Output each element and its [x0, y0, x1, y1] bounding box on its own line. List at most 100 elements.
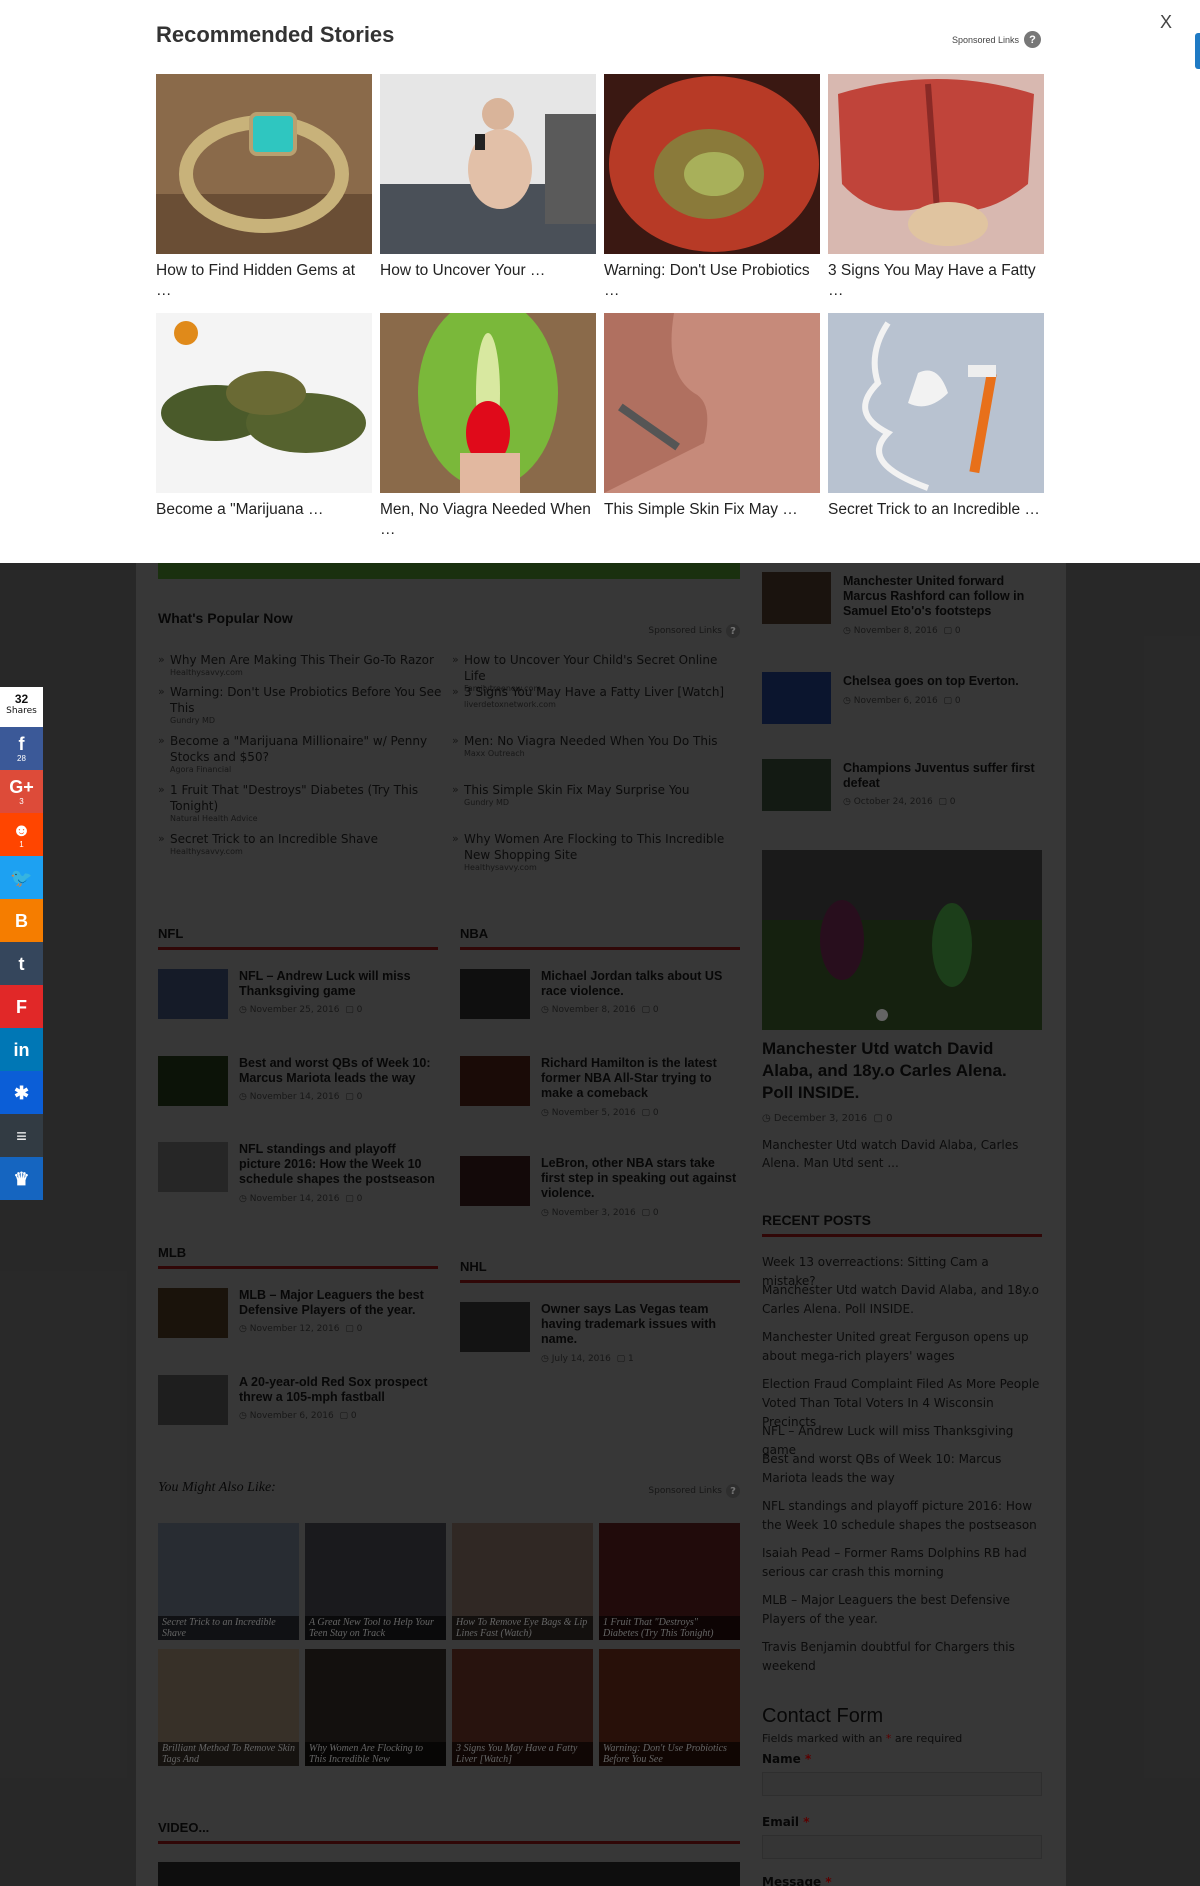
post-title[interactable]: NFL standings and playoff picture 2016: … — [239, 1142, 439, 1187]
kiwi-image[interactable] — [380, 313, 596, 493]
also-like-tile[interactable]: 1 Fruit That "Destroys" Diabetes (Try Th… — [599, 1523, 740, 1640]
recent-post-link[interactable]: Travis Benjamin doubtful for Chargers th… — [762, 1638, 1042, 1676]
pinboard-share-button[interactable]: ✱ — [0, 1071, 43, 1114]
popular-sponsored[interactable]: Sponsored Links ? — [648, 624, 740, 638]
post-thumbnail[interactable] — [460, 1156, 530, 1206]
post-meta: ◷ November 6, 2016 ▢ 0 — [239, 1411, 357, 1421]
popular-item[interactable]: Warning: Don't Use Probiotics Before You… — [158, 684, 443, 726]
popular-item-source: Agora Financial — [170, 765, 232, 774]
tomato-image[interactable] — [604, 74, 820, 254]
sumome-icon: ♛ — [13, 1168, 30, 1189]
also-like-tile[interactable]: 3 Signs You May Have a Fatty Liver [Watc… — [452, 1649, 593, 1766]
story-caption[interactable]: How to Find Hidden Gems at … — [156, 261, 372, 301]
google-plus-share-button[interactable]: G+ 3 — [0, 770, 43, 813]
sumome-share-button[interactable]: ♛ — [0, 1157, 43, 1200]
story-caption[interactable]: Warning: Don't Use Probiotics … — [604, 261, 820, 301]
post-title[interactable]: Owner says Las Vegas team having tradema… — [541, 1302, 741, 1347]
post-title[interactable]: Best and worst QBs of Week 10: Marcus Ma… — [239, 1056, 439, 1086]
recent-post-link[interactable]: Best and worst QBs of Week 10: Marcus Ma… — [762, 1450, 1042, 1488]
post-thumbnail[interactable] — [158, 1056, 228, 1106]
story-caption[interactable]: How to Uncover Your … — [380, 261, 596, 281]
nhl-section-title[interactable]: NHL — [460, 1259, 740, 1283]
post-thumbnail[interactable] — [158, 1288, 228, 1338]
tumblr-share-button[interactable]: t — [0, 942, 43, 985]
flipboard-share-button[interactable]: F — [0, 985, 43, 1028]
also-like-sponsored[interactable]: Sponsored Links ? — [648, 1484, 740, 1498]
post-thumbnail[interactable] — [460, 1056, 530, 1106]
close-button[interactable]: X — [1160, 12, 1172, 33]
mlb-section-title[interactable]: MLB — [158, 1245, 438, 1269]
recent-post-link[interactable]: MLB – Major Leaguers the best Defensive … — [762, 1591, 1042, 1629]
popular-item[interactable]: Why Women Are Flocking to This Incredibl… — [452, 831, 737, 873]
share-total-count: 32 — [14, 692, 29, 706]
post-title[interactable]: Michael Jordan talks about US race viole… — [541, 969, 741, 999]
video-player[interactable] — [158, 1862, 740, 1886]
post-thumbnail[interactable] — [762, 759, 831, 811]
cannabis-image[interactable] — [156, 313, 372, 493]
nba-section-title[interactable]: NBA — [460, 926, 740, 950]
linkedin-share-button[interactable]: in — [0, 1028, 43, 1071]
recent-post-link[interactable]: Manchester United great Ferguson opens u… — [762, 1328, 1042, 1366]
twitter-share-button[interactable]: 🐦 — [0, 856, 43, 899]
post-title[interactable]: LeBron, other NBA stars take first step … — [541, 1156, 741, 1201]
post-title[interactable]: Champions Juventus suffer first defeat — [843, 761, 1038, 791]
post-thumbnail[interactable] — [460, 1302, 530, 1352]
blogger-share-button[interactable]: B — [0, 899, 43, 942]
popular-item-title: Warning: Don't Use Probiotics Before You… — [170, 685, 442, 715]
ring-gem-image[interactable] — [156, 74, 372, 254]
popular-item[interactable]: This Simple Skin Fix May Surprise YouGun… — [452, 782, 737, 808]
post-thumbnail[interactable] — [460, 969, 530, 1019]
story-caption[interactable]: Become a "Marijuana … — [156, 500, 372, 520]
also-like-tile[interactable]: Secret Trick to an Incredible Shave — [158, 1523, 299, 1640]
story-caption[interactable]: Secret Trick to an Incredible … — [828, 500, 1044, 520]
also-like-tile[interactable]: Brilliant Method To Remove Skin Tags And — [158, 1649, 299, 1766]
video-section-title[interactable]: VIDEO... — [158, 1820, 740, 1844]
skin-tag-image[interactable] — [604, 313, 820, 493]
post-thumbnail[interactable] — [158, 969, 228, 1019]
popular-item[interactable]: Become a "Marijuana Millionaire" w/ Penn… — [158, 733, 443, 775]
nfl-section-title[interactable]: NFL — [158, 926, 438, 950]
popular-item-source: Maxx Outreach — [464, 749, 525, 758]
man-phone-bed-image[interactable] — [380, 74, 596, 254]
popular-item[interactable]: Secret Trick to an Incredible ShaveHealt… — [158, 831, 443, 857]
popular-item-title: This Simple Skin Fix May Surprise You — [464, 783, 690, 797]
post-title[interactable]: Richard Hamilton is the latest former NB… — [541, 1056, 741, 1101]
popular-item[interactable]: 1 Fruit That "Destroys" Diabetes (Try Th… — [158, 782, 443, 824]
post-title[interactable]: Manchester United forward Marcus Rashfor… — [843, 574, 1038, 619]
post-thumbnail[interactable] — [762, 572, 831, 624]
buffer-share-button[interactable]: ≡ — [0, 1114, 43, 1157]
email-field[interactable] — [762, 1835, 1042, 1859]
feature-post-title[interactable]: Manchester Utd watch David Alaba, and 18… — [762, 1038, 1042, 1104]
modal-sponsored-links[interactable]: Sponsored Links ? — [952, 31, 1042, 48]
name-field[interactable] — [762, 1772, 1042, 1796]
popular-item[interactable]: Why Men Are Making This Their Go-To Razo… — [158, 652, 443, 678]
recent-post-link[interactable]: Isaiah Pead – Former Rams Dolphins RB ha… — [762, 1544, 1042, 1582]
reddit-share-button[interactable]: ☻ 1 — [0, 813, 43, 856]
post-title[interactable]: A 20-year-old Red Sox prospect threw a 1… — [239, 1375, 439, 1405]
post-meta: ◷ October 24, 2016 ▢ 0 — [843, 797, 956, 807]
razor-foam-image[interactable] — [828, 313, 1044, 493]
liver-image[interactable] — [828, 74, 1044, 254]
post-thumbnail[interactable] — [158, 1142, 228, 1192]
facebook-share-button[interactable]: f 28 — [0, 727, 43, 770]
story-caption[interactable]: 3 Signs You May Have a Fatty … — [828, 261, 1044, 301]
popular-item-title: 3 Signs You May Have a Fatty Liver [Watc… — [464, 685, 725, 699]
post-title[interactable]: NFL – Andrew Luck will miss Thanksgiving… — [239, 969, 439, 999]
recent-post-link[interactable]: Manchester Utd watch David Alaba, and 18… — [762, 1281, 1042, 1319]
recent-post-link[interactable]: NFL standings and playoff picture 2016: … — [762, 1497, 1042, 1535]
also-like-tile[interactable]: Why Women Are Flocking to This Incredibl… — [305, 1649, 446, 1766]
feature-post-image[interactable] — [762, 850, 1042, 1030]
popular-item[interactable]: 3 Signs You May Have a Fatty Liver [Watc… — [452, 684, 737, 710]
side-tab-handle[interactable] — [1195, 33, 1200, 69]
story-caption[interactable]: This Simple Skin Fix May … — [604, 500, 820, 520]
story-caption[interactable]: Men, No Viagra Needed When … — [380, 500, 596, 540]
post-thumbnail[interactable] — [762, 672, 831, 724]
post-title[interactable]: Chelsea goes on top Everton. — [843, 674, 1038, 689]
popular-item[interactable]: Men: No Viagra Needed When You Do ThisMa… — [452, 733, 737, 759]
post-title[interactable]: MLB – Major Leaguers the best Defensive … — [239, 1288, 439, 1318]
also-like-tile[interactable]: Warning: Don't Use Probiotics Before You… — [599, 1649, 740, 1766]
post-thumbnail[interactable] — [158, 1375, 228, 1425]
email-label: Email * — [762, 1815, 810, 1829]
also-like-tile[interactable]: A Great New Tool to Help Your Teen Stay … — [305, 1523, 446, 1640]
also-like-tile[interactable]: How To Remove Eye Bags & Lip Lines Fast … — [452, 1523, 593, 1640]
